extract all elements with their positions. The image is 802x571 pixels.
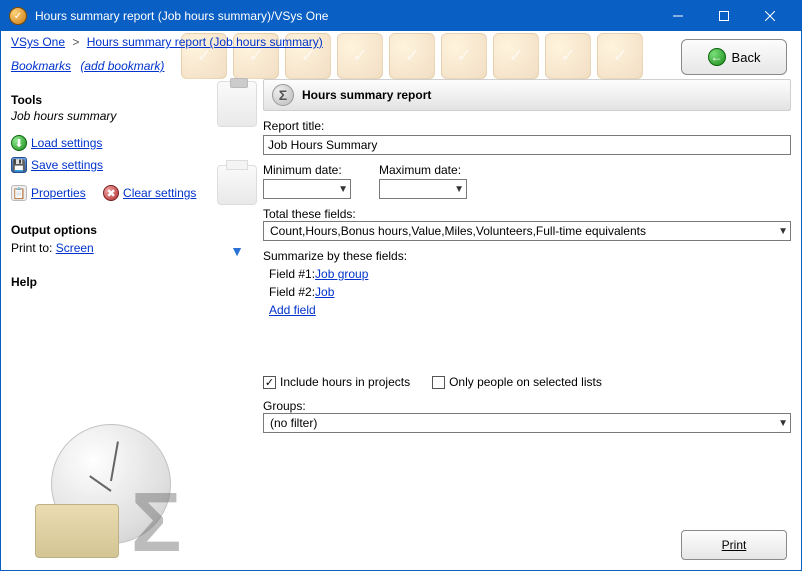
tools-subtitle: Job hours summary (11, 109, 211, 123)
breadcrumb: VSys One > Hours summary report (Job hou… (11, 35, 791, 49)
chevron-down-icon: ▼ (338, 184, 348, 195)
content-area: VSys One > Hours summary report (Job hou… (1, 31, 801, 570)
print-to-label: Print to: (11, 241, 52, 255)
app-window: ✓ Hours summary report (Job hours summar… (0, 0, 802, 571)
minimize-icon (673, 11, 683, 21)
printer-illustration (35, 504, 119, 558)
groups-combo[interactable]: (no filter) ▼ (263, 413, 791, 433)
only-selected-box (432, 376, 445, 389)
chevron-down-icon: ▼ (454, 184, 464, 195)
tools-title: Tools (11, 93, 211, 107)
clear-settings-link[interactable]: Clear settings (123, 186, 196, 200)
summarize-label: Summarize by these fields: (263, 249, 407, 263)
save-settings-icon: 💾 (11, 157, 27, 173)
breadcrumb-separator: > (72, 35, 79, 49)
clipboard-icon (217, 81, 257, 127)
include-hours-checkbox[interactable]: ✓ Include hours in projects (263, 375, 410, 389)
field1-link[interactable]: Job group (315, 267, 368, 281)
print-button[interactable]: Print (681, 530, 787, 560)
chevron-down-icon: ▼ (778, 226, 788, 237)
back-button-label: Back (732, 50, 761, 65)
total-fields-value: Count,Hours,Bonus hours,Value,Miles,Volu… (266, 224, 646, 238)
output-options-title: Output options (11, 223, 211, 237)
clear-settings-row: ✖ Clear settings (103, 185, 196, 201)
only-selected-label: Only people on selected lists (449, 375, 602, 389)
report-form: Σ Hours summary report Report title: Min… (263, 79, 791, 560)
close-icon (765, 11, 775, 21)
add-bookmark-link[interactable]: (add bookmark) (80, 59, 164, 73)
print-to-value[interactable]: Screen (56, 241, 94, 255)
decorative-illustration: Σ (21, 424, 221, 564)
chevron-down-icon: ▼ (230, 243, 244, 259)
bookmarks-row: Bookmarks (add bookmark) (11, 59, 791, 73)
report-title-input[interactable] (263, 135, 791, 155)
groups-label: Groups: (263, 399, 306, 413)
chevron-down-icon: ▼ (778, 418, 788, 429)
help-title: Help (11, 275, 211, 289)
maximize-button[interactable] (701, 1, 747, 31)
min-date-label: Minimum date: (263, 163, 351, 177)
bookmarks-link[interactable]: Bookmarks (11, 59, 71, 73)
min-date-combo[interactable]: ▼ (263, 179, 351, 199)
back-arrow-icon: ← (708, 48, 726, 66)
field1-label: Field #1: (269, 267, 315, 281)
clear-settings-icon: ✖ (103, 185, 119, 201)
load-settings-icon: ⬇ (11, 135, 27, 151)
window-title: Hours summary report (Job hours summary)… (35, 9, 655, 23)
minimize-button[interactable] (655, 1, 701, 31)
load-settings-row: ⬇ Load settings (11, 135, 102, 151)
groups-value: (no filter) (266, 416, 317, 430)
sigma-icon: Σ (272, 84, 294, 106)
sigma-illustration: Σ (131, 480, 181, 564)
close-button[interactable] (747, 1, 793, 31)
breadcrumb-root[interactable]: VSys One (11, 35, 65, 49)
save-settings-link[interactable]: Save settings (31, 158, 103, 172)
back-button[interactable]: ← Back (681, 39, 787, 75)
breadcrumb-current[interactable]: Hours summary report (Job hours summary) (87, 35, 323, 49)
report-title-label: Report title: (263, 119, 791, 133)
max-date-label: Maximum date: (379, 163, 467, 177)
load-settings-link[interactable]: Load settings (31, 136, 102, 150)
titlebar: ✓ Hours summary report (Job hours summar… (1, 1, 801, 31)
properties-icon: 📋 (11, 185, 27, 201)
max-date-combo[interactable]: ▼ (379, 179, 467, 199)
report-header-title: Hours summary report (302, 88, 431, 102)
printer-icon (217, 165, 257, 205)
properties-row: 📋 Properties (11, 185, 86, 201)
total-fields-label: Total these fields: (263, 207, 356, 221)
maximize-icon (719, 11, 729, 21)
include-hours-box: ✓ (263, 376, 276, 389)
field2-link[interactable]: Job (315, 285, 334, 299)
properties-link[interactable]: Properties (31, 186, 86, 200)
print-button-label: Print (722, 538, 747, 552)
total-fields-combo[interactable]: Count,Hours,Bonus hours,Value,Miles,Volu… (263, 221, 791, 241)
header-strip: VSys One > Hours summary report (Job hou… (1, 31, 801, 79)
field2-label: Field #2: (269, 285, 315, 299)
report-header: Σ Hours summary report (263, 79, 791, 111)
add-field-link[interactable]: Add field (269, 303, 316, 317)
include-hours-label: Include hours in projects (280, 375, 410, 389)
only-selected-checkbox[interactable]: Only people on selected lists (432, 375, 602, 389)
output-options: Output options Print to: Screen (11, 223, 211, 255)
save-settings-row: 💾 Save settings (11, 157, 103, 173)
app-icon: ✓ (9, 7, 27, 25)
